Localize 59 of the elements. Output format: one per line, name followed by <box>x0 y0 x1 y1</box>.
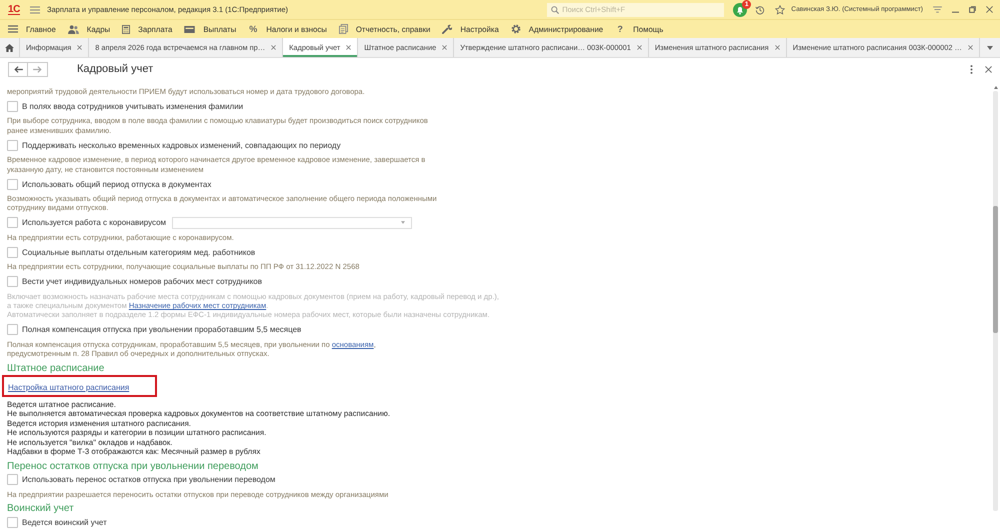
close-icon[interactable] <box>271 45 276 50</box>
arrow-left-icon <box>14 66 22 72</box>
checkbox-label: Полная компенсация отпуска при увольнении проработавшим 5,5 месяцев <box>22 325 302 334</box>
checkbox-label: Поддерживать несколько временных кадровых изменений, совпадающих по периоду <box>22 140 341 150</box>
calculator-icon <box>122 24 130 34</box>
checkbox[interactable] <box>7 276 18 288</box>
close-icon[interactable] <box>346 45 352 50</box>
close-icon[interactable] <box>636 45 642 50</box>
checkbox-label: Использовать перенос остатков отпуска при увольнении переводом <box>22 475 276 484</box>
back-button[interactable] <box>8 62 28 76</box>
scroll-up-icon[interactable] <box>994 86 998 89</box>
select-field[interactable] <box>172 216 412 229</box>
checkbox[interactable] <box>7 324 18 336</box>
people-icon <box>68 24 79 34</box>
section-glyph-icon: ? <box>615 24 626 34</box>
checkbox[interactable] <box>7 474 18 486</box>
gear-icon <box>510 24 521 34</box>
checkbox-label: Вести учет индивидуальных номеров рабочих мест сотрудников <box>22 277 262 286</box>
close-icon[interactable] <box>77 45 82 50</box>
history-icon[interactable] <box>755 4 766 14</box>
checkbox-label: Использовать общий период отпуска в документах <box>22 180 212 189</box>
more-icon[interactable] <box>970 64 973 74</box>
close-icon[interactable] <box>985 66 992 72</box>
checkbox[interactable] <box>7 217 18 228</box>
close-icon[interactable] <box>442 45 448 50</box>
caret-icon <box>987 46 993 50</box>
section-heading: Штатное расписание <box>7 362 106 375</box>
section-heading: Воинский учет <box>7 502 75 516</box>
checkbox-label: Ведется воинский учет <box>22 518 107 527</box>
menu-icon <box>8 25 18 33</box>
checkbox[interactable] <box>7 140 18 151</box>
star-icon[interactable] <box>775 4 786 14</box>
checkbox[interactable] <box>7 246 18 258</box>
scrollbar-thumb[interactable] <box>993 206 998 333</box>
checkbox[interactable] <box>7 100 18 112</box>
close-icon[interactable] <box>986 6 993 13</box>
checkbox-label: В полях ввода сотрудников учитывать изменения фамилии <box>22 102 244 111</box>
section-heading: Перенос остатков отпуска при увольнении переводом <box>7 460 260 473</box>
scrollbar[interactable] <box>993 91 998 511</box>
form-title: Кадровый учет <box>77 63 154 75</box>
restore-icon[interactable] <box>969 6 976 13</box>
checkbox-label: Социальные выплаты отдельным категориям мед. работников <box>22 248 256 257</box>
close-icon[interactable] <box>968 45 973 50</box>
close-icon[interactable] <box>774 45 780 50</box>
caret-icon <box>401 221 406 224</box>
banknote-icon <box>184 26 196 32</box>
user-menu-icon[interactable] <box>933 6 942 13</box>
menu-icon[interactable] <box>30 6 40 14</box>
arrow-right-icon <box>33 66 42 72</box>
checkbox[interactable] <box>7 178 18 190</box>
section-glyph-icon: % <box>248 24 258 34</box>
document-icon <box>338 24 348 34</box>
wrench-icon <box>442 24 452 34</box>
checkbox[interactable] <box>7 516 18 528</box>
house-icon <box>5 44 14 52</box>
search-icon <box>551 6 560 14</box>
settings-link[interactable]: Настройка штатного расписания <box>8 382 130 392</box>
checkbox-label: Используется работа с коронавирусом <box>22 218 166 228</box>
app-logo: 1С <box>8 4 20 14</box>
